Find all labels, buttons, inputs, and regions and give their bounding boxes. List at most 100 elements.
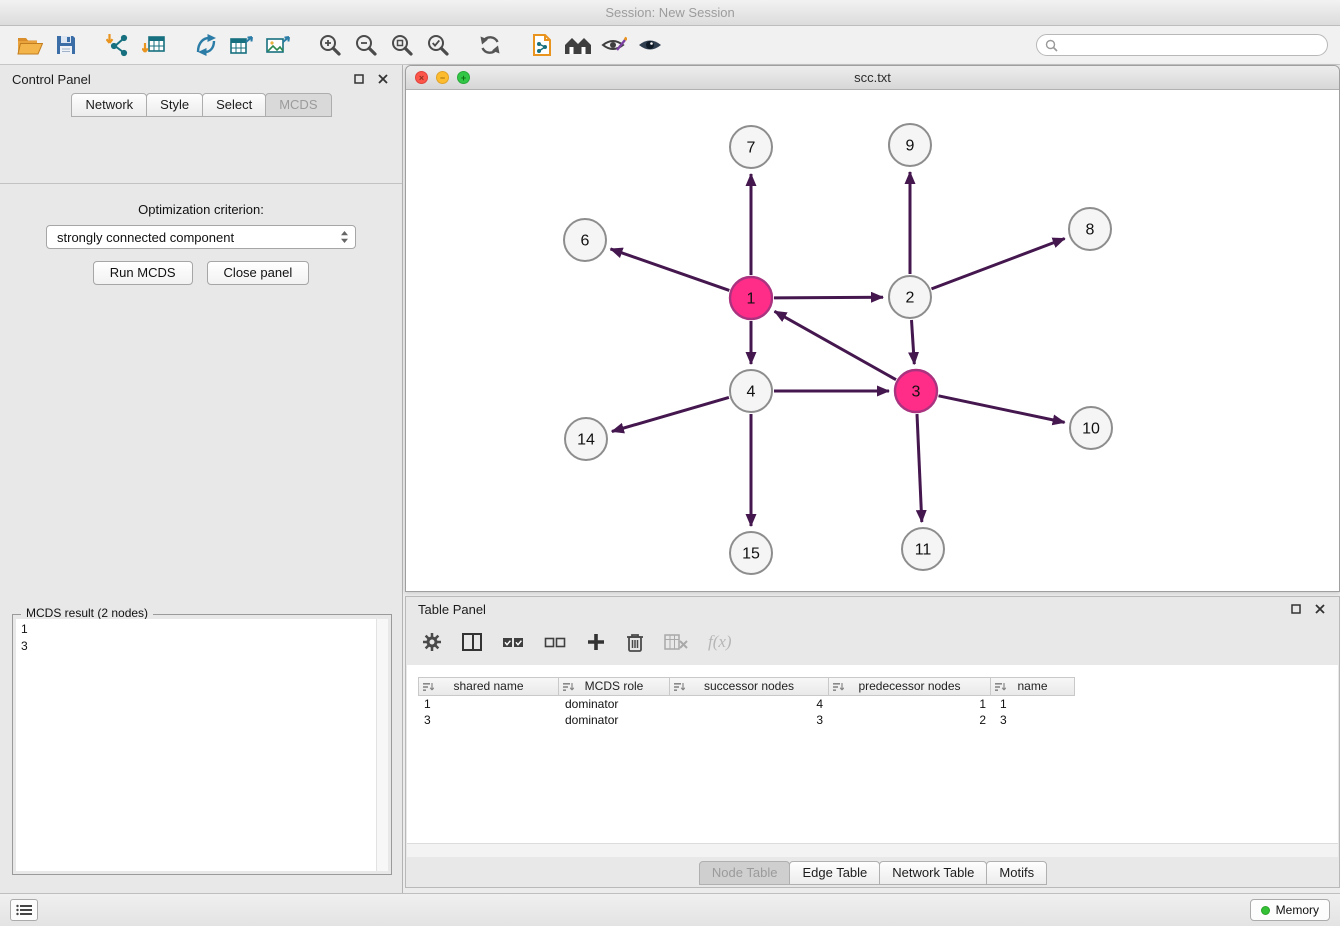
sort-icon <box>674 682 685 692</box>
control-panel: Control Panel NetworkStyleSelectMCDS Opt… <box>0 65 403 893</box>
result-line: 1 <box>21 621 371 638</box>
float-panel-button[interactable] <box>352 72 366 86</box>
control-panel-tab-mcds[interactable]: MCDS <box>265 93 331 117</box>
apply-layout-button[interactable] <box>472 29 508 61</box>
close-window-button[interactable]: × <box>415 71 428 84</box>
table-tab-edge-table[interactable]: Edge Table <box>789 861 880 885</box>
control-panel-header: Control Panel <box>0 65 402 93</box>
edge-2-3[interactable] <box>912 320 915 364</box>
table-tab-motifs[interactable]: Motifs <box>986 861 1047 885</box>
table-cell: dominator <box>559 696 671 712</box>
delete-column-button[interactable] <box>626 632 644 652</box>
mcds-result-list[interactable]: 13 <box>16 619 376 871</box>
edge-2-8[interactable] <box>932 239 1065 289</box>
delete-table-icon <box>664 633 688 651</box>
zoom-in-button[interactable] <box>312 29 348 61</box>
column-header-MCDS-role[interactable]: MCDS role <box>558 677 670 696</box>
network-view-window: × − + scc.txt 7968124314101511 <box>405 65 1340 592</box>
save-session-button[interactable] <box>48 29 84 61</box>
show-graphics-button[interactable] <box>632 29 668 61</box>
select-all-columns-button[interactable] <box>502 636 524 649</box>
run-mcds-button[interactable]: Run MCDS <box>93 261 193 285</box>
zoom-out-button[interactable] <box>348 29 384 61</box>
node-label-1: 1 <box>747 291 756 308</box>
node-label-8: 8 <box>1086 222 1095 239</box>
column-header-predecessor-nodes[interactable]: predecessor nodes <box>828 677 991 696</box>
column-header-shared-name[interactable]: shared name <box>418 677 559 696</box>
create-column-button[interactable] <box>586 632 606 652</box>
double-arrow-icon <box>194 33 218 57</box>
network-window-titlebar[interactable]: × − + scc.txt <box>406 66 1339 90</box>
node-label-4: 4 <box>747 384 756 401</box>
zoom-in-icon <box>318 33 342 57</box>
search-input[interactable] <box>1063 38 1319 52</box>
open-session-button[interactable] <box>12 29 48 61</box>
export-image-button[interactable] <box>260 29 296 61</box>
node-label-15: 15 <box>742 546 760 563</box>
network-canvas[interactable]: 7968124314101511 <box>406 90 1339 592</box>
window-title: Session: New Session <box>605 5 734 20</box>
memory-button[interactable]: Memory <box>1250 899 1330 921</box>
control-panel-tab-style[interactable]: Style <box>146 93 203 117</box>
close-table-panel-button[interactable] <box>1313 602 1327 616</box>
minimize-window-button[interactable]: − <box>436 71 449 84</box>
open-folder-icon <box>17 35 43 56</box>
export-table-button[interactable] <box>224 29 260 61</box>
mcds-tab-content: Optimization criterion: strongly connect… <box>0 183 402 893</box>
trash-icon <box>626 632 644 652</box>
edge-3-11[interactable] <box>917 414 922 522</box>
window-titlebar: Session: New Session <box>0 0 1340 26</box>
node-label-3: 3 <box>912 384 921 401</box>
eye-icon <box>637 35 663 55</box>
new-network-button[interactable] <box>188 29 224 61</box>
node-label-11: 11 <box>915 542 932 559</box>
edit-style-button[interactable] <box>596 29 632 61</box>
close-panel-button[interactable] <box>376 72 390 86</box>
table-row[interactable]: 1dominator411 <box>418 696 1338 712</box>
node-label-14: 14 <box>577 432 595 449</box>
document-network-icon <box>531 33 553 57</box>
houses-icon <box>563 34 593 56</box>
table-cell: 4 <box>671 696 831 712</box>
result-scrollbar[interactable] <box>376 619 388 871</box>
zoom-fit-button[interactable] <box>384 29 420 61</box>
table-tab-node-table[interactable]: Node Table <box>699 861 791 885</box>
edge-1-2[interactable] <box>774 297 883 298</box>
unselect-all-columns-button[interactable] <box>544 636 566 649</box>
app-window: Session: New Session <box>0 0 1340 926</box>
column-header-successor-nodes[interactable]: successor nodes <box>669 677 829 696</box>
memory-label: Memory <box>1276 903 1319 917</box>
table-row[interactable]: 3dominator323 <box>418 712 1338 728</box>
table-settings-button[interactable] <box>422 632 442 652</box>
table-cell: 3 <box>994 712 1079 728</box>
edge-3-10[interactable] <box>939 396 1065 423</box>
float-table-panel-button[interactable] <box>1289 602 1303 616</box>
edge-3-1[interactable] <box>775 311 897 379</box>
zoom-selected-button[interactable] <box>420 29 456 61</box>
mcds-result-title: MCDS result (2 nodes) <box>21 606 153 620</box>
show-columns-button[interactable] <box>462 633 482 651</box>
node-table-header: shared nameMCDS rolesuccessor nodesprede… <box>418 677 1338 696</box>
paste-network-button[interactable] <box>524 29 560 61</box>
search-box[interactable] <box>1036 34 1328 56</box>
edge-1-6[interactable] <box>611 249 730 291</box>
export-table-icon <box>229 33 255 57</box>
plus-icon <box>586 632 606 652</box>
column-header-name[interactable]: name <box>990 677 1075 696</box>
close-panel-action-button[interactable]: Close panel <box>207 261 310 285</box>
task-history-button[interactable] <box>10 899 38 921</box>
criterion-dropdown[interactable]: strongly connected component <box>46 225 356 249</box>
node-table-body: 1dominator4113dominator323 <box>418 696 1338 728</box>
zoom-window-button[interactable]: + <box>457 71 470 84</box>
network-overview-button[interactable] <box>560 29 596 61</box>
table-horizontal-scrollbar[interactable] <box>407 843 1338 857</box>
import-table-button[interactable] <box>136 29 172 61</box>
sort-icon <box>995 682 1006 692</box>
import-network-button[interactable] <box>100 29 136 61</box>
control-panel-tab-select[interactable]: Select <box>202 93 266 117</box>
table-cell: 1 <box>994 696 1079 712</box>
edge-4-14[interactable] <box>612 397 729 431</box>
table-tab-network-table[interactable]: Network Table <box>879 861 987 885</box>
eye-brush-icon <box>601 34 627 56</box>
control-panel-tab-network[interactable]: Network <box>71 93 147 117</box>
